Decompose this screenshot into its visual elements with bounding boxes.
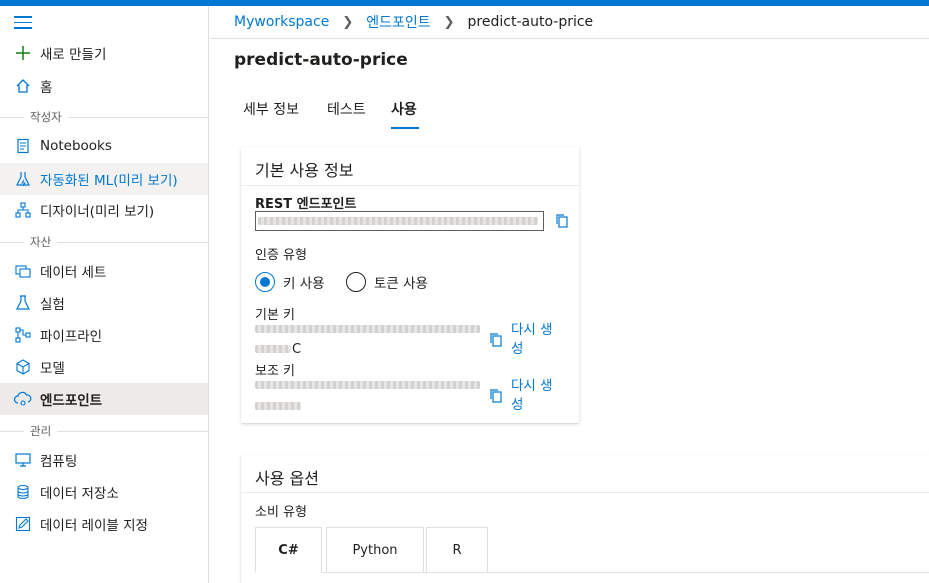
nav-datastores-label: 데이터 저장소 bbox=[40, 486, 119, 502]
nav-datasets[interactable]: 데이터 세트 bbox=[0, 255, 208, 287]
nav-experiments[interactable]: 실험 bbox=[0, 287, 208, 319]
nav-pipelines[interactable]: 파이프라인 bbox=[0, 319, 208, 351]
designer-icon bbox=[14, 201, 32, 219]
copy-icon[interactable] bbox=[554, 213, 570, 229]
tab-details[interactable]: 세부 정보 bbox=[243, 99, 299, 129]
automl-flask-icon bbox=[14, 170, 32, 188]
code-tab-r[interactable]: R bbox=[426, 527, 488, 573]
primary-key-redacted bbox=[255, 325, 480, 333]
flask-icon bbox=[14, 294, 32, 312]
nav-labeling[interactable]: 데이터 레이블 지정 bbox=[0, 508, 208, 540]
secondary-key-redacted bbox=[255, 381, 480, 389]
nav-automl[interactable]: 자동화된 ML(미리 보기) bbox=[0, 163, 208, 195]
nav-compute-label: 컴퓨팅 bbox=[40, 454, 78, 470]
breadcrumb-endpoints[interactable]: 엔드포인트 bbox=[366, 12, 430, 32]
endpoint-cloud-icon bbox=[14, 390, 32, 408]
section-manage: 관리 bbox=[0, 421, 208, 441]
breadcrumb-current: predict-auto-price bbox=[467, 14, 594, 30]
regenerate-secondary-key-link[interactable]: 다시 생성 bbox=[511, 377, 563, 415]
radio-unselected-icon bbox=[346, 272, 366, 292]
nav-notebooks-label: Notebooks bbox=[40, 138, 112, 154]
nav-designer-label: 디자이너(미리 보기) bbox=[40, 204, 155, 220]
auth-key-radio[interactable]: 키 사용 bbox=[255, 272, 325, 292]
rest-endpoint-field[interactable] bbox=[255, 211, 544, 231]
pipeline-icon bbox=[14, 326, 32, 344]
home-icon bbox=[14, 77, 32, 95]
code-tab-python[interactable]: Python bbox=[326, 527, 424, 573]
auth-token-radio[interactable]: 토큰 사용 bbox=[346, 272, 428, 292]
plus-icon bbox=[14, 44, 32, 62]
nav-new-button[interactable]: 새로 만들기 bbox=[0, 37, 208, 69]
nav-notebooks[interactable]: Notebooks bbox=[0, 130, 208, 162]
copy-icon[interactable] bbox=[488, 388, 504, 404]
primary-key-redacted-2 bbox=[255, 345, 291, 353]
auth-key-label: 키 사용 bbox=[283, 276, 325, 292]
nav-home-label: 홈 bbox=[40, 80, 53, 96]
monitor-icon bbox=[14, 451, 32, 469]
breadcrumb-workspace[interactable]: Myworkspace bbox=[234, 14, 329, 30]
hamburger-menu-icon[interactable] bbox=[14, 16, 32, 30]
code-tab-csharp[interactable]: C# bbox=[255, 527, 322, 573]
consume-options-title: 사용 옵션 bbox=[255, 469, 319, 488]
nav-pipelines-label: 파이프라인 bbox=[40, 329, 103, 345]
secondary-key-redacted-2 bbox=[255, 402, 301, 410]
nav-designer[interactable]: 디자이너(미리 보기) bbox=[0, 194, 208, 226]
regenerate-primary-key-link[interactable]: 다시 생성 bbox=[511, 321, 563, 359]
nav-models[interactable]: 모델 bbox=[0, 351, 208, 383]
cube-icon bbox=[14, 358, 32, 376]
secondary-key-label: 보조 키 bbox=[255, 364, 296, 379]
chevron-right-icon: ❯ bbox=[342, 14, 354, 30]
copy-icon[interactable] bbox=[488, 332, 504, 348]
redacted-value bbox=[258, 217, 538, 225]
radio-selected-icon bbox=[255, 272, 275, 292]
nav-endpoints-label: 엔드포인트 bbox=[40, 393, 103, 409]
tab-test[interactable]: 테스트 bbox=[327, 99, 366, 129]
nav-experiments-label: 실험 bbox=[40, 297, 65, 313]
primary-key-label: 기본 키 bbox=[255, 308, 296, 323]
label-edit-icon bbox=[14, 515, 32, 533]
left-nav: 새로 만들기 홈 작성자 Notebooks 자동화된 ML(미리 보기) 디자… bbox=[0, 6, 209, 583]
auth-token-label: 토큰 사용 bbox=[374, 276, 428, 292]
nav-datasets-label: 데이터 세트 bbox=[40, 265, 107, 281]
database-icon bbox=[14, 483, 32, 501]
card-divider bbox=[241, 492, 929, 493]
section-author: 작성자 bbox=[0, 107, 208, 127]
nav-models-label: 모델 bbox=[40, 361, 65, 377]
nav-new-label: 새로 만들기 bbox=[40, 47, 107, 63]
section-assets: 자산 bbox=[0, 232, 208, 252]
basic-info-title: 기본 사용 정보 bbox=[255, 161, 354, 180]
breadcrumb: Myworkspace ❯ 엔드포인트 ❯ predict-auto-price bbox=[210, 6, 929, 39]
consume-type-label: 소비 유형 bbox=[255, 505, 307, 520]
nav-compute[interactable]: 컴퓨팅 bbox=[0, 444, 208, 476]
notebook-icon bbox=[14, 137, 32, 155]
nav-datastores[interactable]: 데이터 저장소 bbox=[0, 476, 208, 508]
dataset-icon bbox=[14, 262, 32, 280]
nav-labeling-label: 데이터 레이블 지정 bbox=[40, 518, 148, 534]
rest-endpoint-label: REST 엔드포인트 bbox=[255, 197, 357, 212]
chevron-right-icon: ❯ bbox=[443, 14, 455, 30]
page-title: predict-auto-price bbox=[234, 50, 408, 70]
nav-endpoints[interactable]: 엔드포인트 bbox=[0, 383, 208, 415]
primary-key-tail: C bbox=[292, 342, 302, 357]
auth-type-label: 인증 유형 bbox=[255, 248, 307, 263]
nav-automl-label: 자동화된 ML(미리 보기) bbox=[40, 173, 178, 189]
tab-consume[interactable]: 사용 bbox=[391, 99, 419, 129]
card-divider bbox=[241, 185, 579, 186]
nav-home[interactable]: 홈 bbox=[0, 70, 208, 102]
